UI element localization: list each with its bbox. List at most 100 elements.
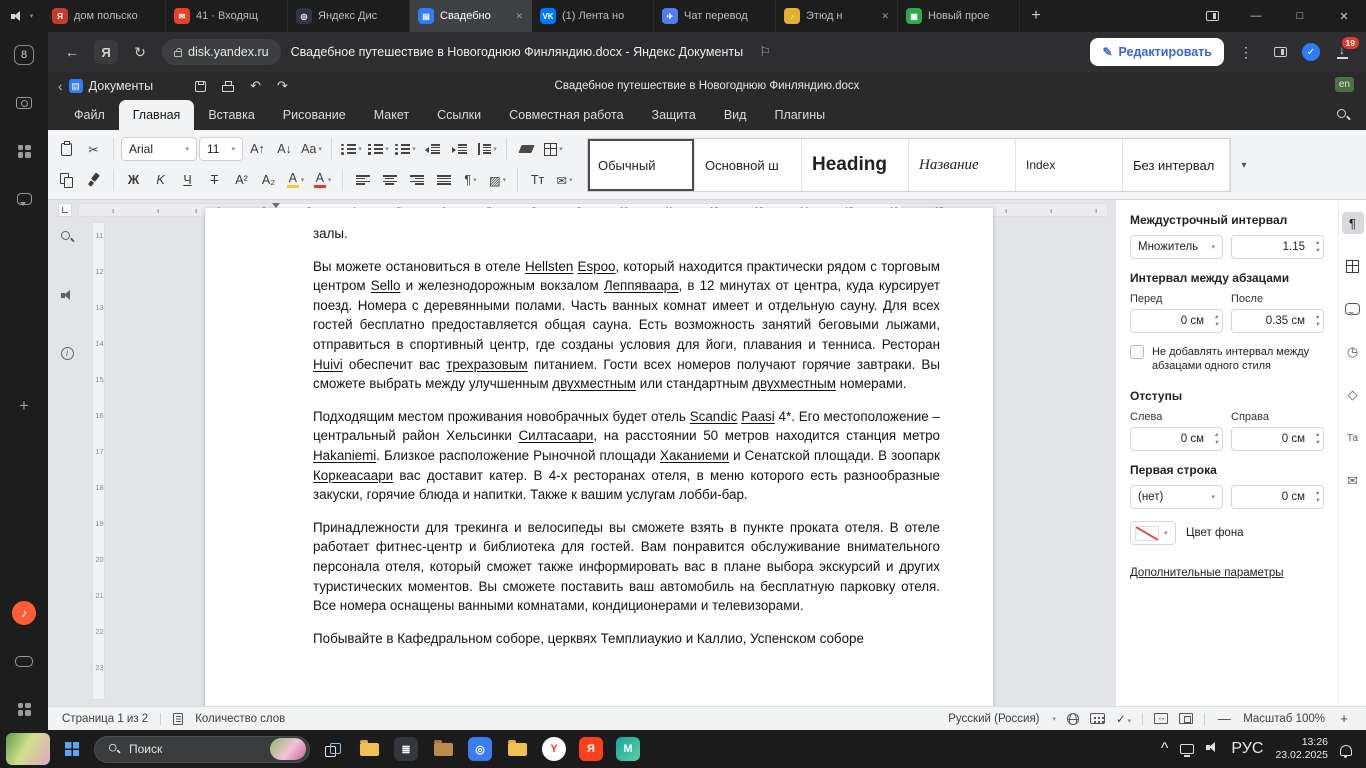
- reload-button[interactable]: ↻: [128, 40, 152, 64]
- style-normal[interactable]: Обычный: [588, 139, 695, 191]
- tab-selector[interactable]: [58, 203, 72, 217]
- advanced-settings-link[interactable]: Дополнительные параметры: [1130, 567, 1284, 579]
- fit-width-icon[interactable]: [1154, 712, 1169, 724]
- keyboard-icon[interactable]: [1090, 713, 1106, 724]
- undo-icon[interactable]: ↶: [250, 78, 261, 94]
- spacing-before-stepper[interactable]: 0 см ▴ ▾: [1130, 309, 1223, 333]
- menu-item-7[interactable]: Защита: [638, 100, 710, 130]
- globe-icon[interactable]: [1067, 712, 1080, 725]
- menu-item-4[interactable]: Макет: [360, 100, 423, 130]
- menu-item-2[interactable]: Вставка: [194, 100, 268, 130]
- info-button[interactable]: i: [54, 340, 80, 366]
- spellcheck-button[interactable]: ✓ ▾: [1116, 712, 1131, 726]
- sync-profile-icon[interactable]: ✓: [1302, 43, 1320, 61]
- back-to-documents-icon[interactable]: ‹: [58, 78, 63, 94]
- edit-button[interactable]: ✎ Редактировать: [1090, 38, 1224, 66]
- start-button[interactable]: [57, 734, 87, 764]
- translate-button[interactable]: Та: [1342, 427, 1364, 449]
- bold-button[interactable]: Ж: [121, 168, 146, 192]
- site-identity-pill[interactable]: disk.yandex.ru: [162, 39, 281, 65]
- side-panel-button[interactable]: [1268, 40, 1292, 64]
- decrease-font-button[interactable]: A↓: [272, 137, 297, 161]
- feedback-button[interactable]: ✉: [1342, 470, 1364, 492]
- align-right-button[interactable]: [404, 168, 429, 192]
- comments-button[interactable]: [1342, 298, 1364, 320]
- games-button[interactable]: [11, 648, 37, 674]
- font-size-select[interactable]: 11 ▾: [199, 137, 243, 161]
- document-page[interactable]: залы. Вы можете остановиться в отеле Hell…: [205, 208, 993, 706]
- font-color-button[interactable]: А ▾: [310, 168, 335, 192]
- all-apps-button[interactable]: [11, 696, 37, 722]
- subscript-button[interactable]: A₂: [256, 168, 281, 192]
- redo-icon[interactable]: ↷: [277, 78, 288, 94]
- stepper-arrows[interactable]: ▴ ▾: [1316, 313, 1319, 329]
- messenger-button[interactable]: [11, 186, 37, 212]
- downloads-button[interactable]: ↓ 19: [1330, 37, 1359, 64]
- style-index[interactable]: Index: [1016, 139, 1123, 191]
- browser-tab[interactable]: ✉ 41 · Входящ: [166, 0, 288, 32]
- background-color-picker[interactable]: ▾: [1130, 521, 1176, 545]
- yandex-app-button[interactable]: Я: [576, 734, 606, 764]
- browser-tab[interactable]: ◎ Яндекс Дис: [288, 0, 410, 32]
- folder-button-yellow[interactable]: [502, 734, 532, 764]
- history-button[interactable]: ◷: [1342, 341, 1364, 363]
- print-icon[interactable]: [222, 80, 235, 92]
- taskbar-search[interactable]: Поиск: [94, 735, 310, 763]
- left-indent-stepper[interactable]: 0 см ▴ ▾: [1130, 427, 1223, 451]
- yandex-button[interactable]: Я: [94, 40, 118, 64]
- spacing-after-stepper[interactable]: 0.35 см ▴ ▾: [1231, 309, 1324, 333]
- browser-tab[interactable]: ♪ Этюд н ✕: [776, 0, 898, 32]
- services-button[interactable]: [11, 138, 37, 164]
- shapes-button[interactable]: ◇: [1342, 384, 1364, 406]
- change-case-button[interactable]: Aa ▾: [299, 137, 324, 161]
- clear-formatting-button[interactable]: [514, 137, 539, 161]
- zoom-out-button[interactable]: —: [1216, 711, 1232, 726]
- sidebar-add-button[interactable]: +: [11, 393, 37, 419]
- file-explorer-button[interactable]: [354, 734, 384, 764]
- decrease-indent-button[interactable]: [420, 137, 445, 161]
- tab-audio-button[interactable]: ▾: [0, 0, 44, 32]
- volume-button[interactable]: [1206, 740, 1219, 758]
- tab-close-icon[interactable]: ✕: [881, 11, 889, 22]
- browser-tab[interactable]: VK (1) Лента но: [532, 0, 654, 32]
- m-app-button[interactable]: M: [613, 734, 643, 764]
- search-in-document-button[interactable]: [54, 224, 80, 250]
- menu-search-button[interactable]: [1336, 100, 1350, 130]
- app-button-blue[interactable]: ◎: [465, 734, 495, 764]
- browser-tab[interactable]: Ядом польско: [44, 0, 166, 32]
- line-spacing-type-select[interactable]: Множитель ▾: [1130, 235, 1223, 259]
- line-spacing-value-stepper[interactable]: 1.15 ▴ ▾: [1231, 235, 1324, 259]
- style-title[interactable]: Название: [909, 139, 1016, 191]
- italic-button[interactable]: K: [148, 168, 173, 192]
- paragraph[interactable]: Принадлежности для трекинга и велосипеды…: [313, 518, 940, 616]
- style-heading[interactable]: Heading: [802, 139, 909, 191]
- highlight-color-button[interactable]: А ▾: [283, 168, 308, 192]
- numbered-list-button[interactable]: ▾: [366, 137, 391, 161]
- text-to-speech-button[interactable]: [54, 282, 80, 308]
- cut-button[interactable]: ✂: [81, 137, 106, 161]
- multilevel-list-button[interactable]: ▾: [393, 137, 418, 161]
- paragraph[interactable]: залы.: [313, 224, 940, 244]
- paste-button[interactable]: [54, 137, 79, 161]
- underline-button[interactable]: Ч: [175, 168, 200, 192]
- increase-indent-button[interactable]: [447, 137, 472, 161]
- paragraph[interactable]: Подходящим местом проживания новобрачных…: [313, 407, 940, 505]
- taskbar-clock[interactable]: 13:26 23.02.2025: [1275, 736, 1328, 762]
- page-borders-button[interactable]: ▾: [541, 137, 566, 161]
- bookmark-flag-icon[interactable]: ⚐: [753, 40, 777, 64]
- style-basic[interactable]: Основной ш: [695, 139, 802, 191]
- browser-tab[interactable]: ▤ Свадебно ✕: [410, 0, 532, 32]
- stepper-arrows[interactable]: ▴ ▾: [1215, 313, 1218, 329]
- superscript-button[interactable]: A²: [229, 168, 254, 192]
- align-center-button[interactable]: [377, 168, 402, 192]
- right-indent-stepper[interactable]: 0 см ▴ ▾: [1231, 427, 1324, 451]
- page-indicator[interactable]: Страница 1 из 2: [62, 713, 148, 725]
- folder-button-brown[interactable]: [428, 734, 458, 764]
- yandex-browser-button[interactable]: Y: [539, 734, 569, 764]
- styles-expand-button[interactable]: ▾: [1231, 138, 1257, 192]
- tabs-count-button[interactable]: 8: [11, 42, 37, 68]
- copy-button[interactable]: [54, 168, 79, 192]
- paragraph-settings-button[interactable]: ¶: [1341, 212, 1364, 234]
- browser-tab[interactable]: ✈ Чат перевод: [654, 0, 776, 32]
- word-count-button[interactable]: Количество слов: [195, 713, 285, 725]
